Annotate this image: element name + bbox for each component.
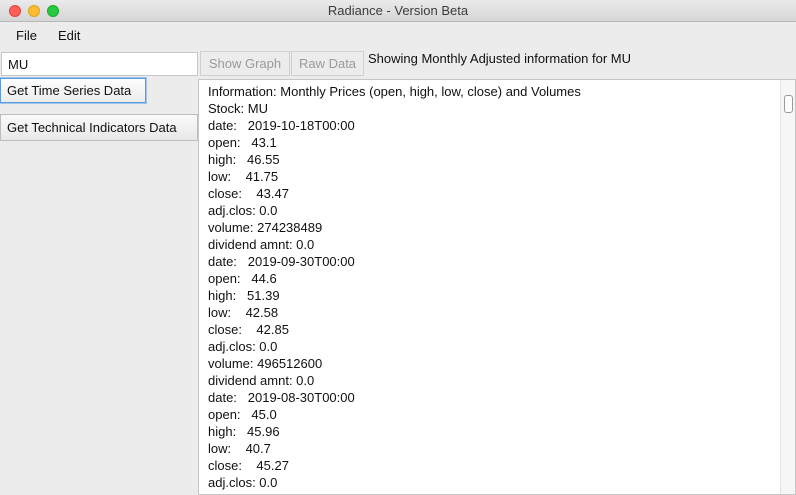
window-title: Radiance - Version Beta [327, 3, 469, 18]
output-line: close: 45.27 [208, 458, 289, 473]
output-line: high: 45.96 [208, 424, 280, 439]
menu-edit[interactable]: Edit [58, 28, 80, 43]
output-line: Stock: MU [208, 101, 268, 116]
output-text-area[interactable]: Information: Monthly Prices (open, high,… [198, 79, 796, 495]
output-line: date: 2019-10-18T00:00 [208, 118, 355, 133]
output-line: low: 40.7 [208, 441, 271, 456]
output-line: close: 42.85 [208, 322, 289, 337]
output-line: adj.clos: 0.0 [208, 203, 278, 218]
output-line: adj.clos: 0.0 [208, 475, 278, 490]
title-bar: Radiance - Version Beta [0, 0, 796, 22]
raw-data-button[interactable]: Raw Data [291, 51, 364, 76]
output-line: low: 41.75 [208, 169, 279, 184]
show-graph-button[interactable]: Show Graph [200, 51, 290, 76]
output-line: dividend amnt: 0.0 [208, 373, 315, 388]
output-line: dividend amnt: 0.0 [208, 237, 315, 252]
output-line: open: 45.0 [208, 407, 277, 422]
menu-bar: File Edit [0, 22, 796, 48]
output-line: volume: 496512600 [208, 356, 323, 371]
output-lines: Information: Monthly Prices (open, high,… [208, 84, 775, 494]
status-label: Showing Monthly Adjusted information for… [368, 51, 632, 66]
output-line: date: 2019-08-30T00:00 [208, 390, 355, 405]
vertical-scrollbar[interactable] [780, 80, 795, 494]
output-line: low: 42.58 [208, 305, 279, 320]
output-line: adj.clos: 0.0 [208, 339, 278, 354]
menu-file[interactable]: File [16, 28, 37, 43]
output-line: date: 2019-09-30T00:00 [208, 254, 355, 269]
output-line: high: 46.55 [208, 152, 280, 167]
output-line: open: 44.6 [208, 271, 277, 286]
output-line: volume: 274238489 [208, 220, 323, 235]
stock-symbol-input[interactable] [1, 52, 198, 76]
scrollbar-thumb[interactable] [784, 95, 793, 113]
get-time-series-button[interactable]: Get Time Series Data [0, 78, 146, 103]
output-line: Information: Monthly Prices (open, high,… [208, 84, 581, 99]
output-line: close: 43.47 [208, 186, 289, 201]
get-technical-indicators-button[interactable]: Get Technical Indicators Data [0, 114, 198, 141]
output-line: open: 43.1 [208, 135, 277, 150]
output-line: high: 51.39 [208, 288, 280, 303]
